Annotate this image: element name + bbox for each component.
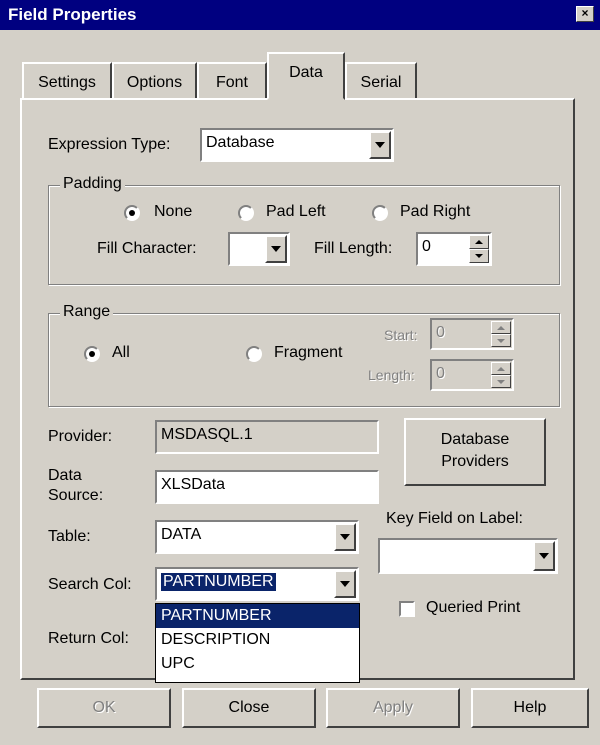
provider-value: MSDASQL.1	[161, 426, 253, 443]
expression-type-combo[interactable]: Database	[200, 128, 394, 162]
tab-font[interactable]: Font	[197, 62, 267, 98]
radio-pad-left-label: Pad Left	[266, 203, 326, 220]
tab-label: Serial	[360, 74, 402, 91]
queried-print-label: Queried Print	[426, 599, 521, 616]
data-source-value: XLSData	[161, 476, 226, 493]
fill-character-combo[interactable]	[228, 232, 290, 266]
radio-pad-right-label: Pad Right	[400, 203, 471, 220]
length-value: 0	[436, 365, 445, 382]
help-button-label: Help	[513, 699, 547, 716]
length-label: Length:	[368, 367, 415, 383]
radio-all-label: All	[112, 344, 130, 361]
chevron-down-icon[interactable]	[533, 541, 555, 571]
dropdown-option[interactable]: DESCRIPTION	[156, 628, 359, 652]
tab-label: Data	[289, 64, 323, 81]
spin-up-icon	[491, 321, 511, 334]
search-col-label: Search Col:	[48, 576, 132, 593]
tab-serial[interactable]: Serial	[345, 62, 417, 98]
database-providers-button[interactable]: Database Providers	[404, 418, 546, 486]
database-providers-label-line1: Database	[440, 431, 510, 448]
radio-all[interactable]	[84, 346, 100, 362]
data-source-label-line1: Data	[48, 467, 82, 484]
close-button-label: Close	[228, 699, 270, 716]
spin-down-icon[interactable]	[469, 249, 489, 263]
chevron-down-icon[interactable]	[334, 570, 356, 598]
provider-field: MSDASQL.1	[155, 420, 379, 454]
radio-none[interactable]	[124, 205, 140, 221]
start-value: 0	[436, 324, 445, 341]
tab-label: Options	[126, 74, 183, 91]
ok-button-label: OK	[92, 699, 116, 716]
data-source-label: Data Source:	[48, 466, 103, 506]
radio-pad-left[interactable]	[238, 205, 254, 221]
field-properties-dialog: Field Properties × Settings Options Font…	[0, 0, 600, 745]
table-combo[interactable]: DATA	[155, 520, 359, 554]
start-field: 0	[430, 318, 514, 350]
spin-up-icon	[491, 362, 511, 375]
fill-character-label: Fill Character:	[97, 240, 197, 257]
tab-settings[interactable]: Settings	[22, 62, 112, 98]
search-col-value: PARTNUMBER	[161, 573, 276, 591]
chevron-down-icon[interactable]	[334, 523, 356, 551]
provider-label: Provider:	[48, 428, 113, 445]
chevron-down-icon[interactable]	[265, 235, 287, 263]
tab-label: Settings	[38, 74, 96, 91]
spin-up-icon[interactable]	[469, 235, 489, 249]
table-label: Table:	[48, 528, 91, 545]
data-source-field[interactable]: XLSData	[155, 470, 379, 504]
ok-button[interactable]: OK	[37, 688, 171, 728]
help-button[interactable]: Help	[471, 688, 589, 728]
spin-down-icon	[491, 375, 511, 388]
start-label: Start:	[384, 327, 418, 343]
start-spinner	[491, 321, 511, 347]
apply-button[interactable]: Apply	[326, 688, 460, 728]
database-providers-label-line2: Providers	[441, 453, 509, 470]
data-source-label-line2: Source:	[48, 487, 104, 504]
radio-fragment[interactable]	[246, 346, 262, 362]
radio-pad-right[interactable]	[372, 205, 388, 221]
spin-down-icon	[491, 334, 511, 347]
search-col-dropdown-list[interactable]: PARTNUMBER DESCRIPTION UPC	[155, 603, 360, 683]
tab-data[interactable]: Data	[267, 52, 345, 100]
tab-label: Font	[215, 74, 248, 91]
fill-length-value: 0	[422, 238, 431, 255]
close-button[interactable]: Close	[182, 688, 316, 728]
expression-type-label: Expression Type:	[48, 136, 171, 153]
padding-legend: Padding	[60, 175, 125, 193]
radio-none-label: None	[154, 203, 193, 220]
fill-length-label: Fill Length:	[314, 240, 393, 257]
tab-options[interactable]: Options	[112, 62, 197, 98]
fill-length-spinner[interactable]	[469, 235, 489, 263]
dropdown-option[interactable]: UPC	[156, 652, 359, 676]
length-spinner	[491, 362, 511, 388]
range-legend: Range	[60, 303, 114, 321]
return-col-label: Return Col:	[48, 630, 129, 647]
search-col-combo[interactable]: PARTNUMBER	[155, 567, 359, 601]
chevron-down-icon[interactable]	[369, 131, 391, 159]
title-bar[interactable]: Field Properties ×	[0, 0, 600, 30]
apply-button-label: Apply	[372, 699, 414, 716]
key-field-label: Key Field on Label:	[386, 510, 523, 527]
radio-fragment-label: Fragment	[274, 344, 343, 361]
table-value: DATA	[161, 526, 202, 543]
queried-print-checkbox[interactable]	[399, 601, 415, 617]
key-field-combo[interactable]	[378, 538, 558, 574]
dropdown-option[interactable]: PARTNUMBER	[156, 604, 359, 628]
length-field: 0	[430, 359, 514, 391]
window-title: Field Properties	[8, 5, 137, 24]
expression-type-value: Database	[206, 134, 275, 151]
fill-length-field[interactable]: 0	[416, 232, 492, 266]
close-icon[interactable]: ×	[576, 6, 594, 22]
